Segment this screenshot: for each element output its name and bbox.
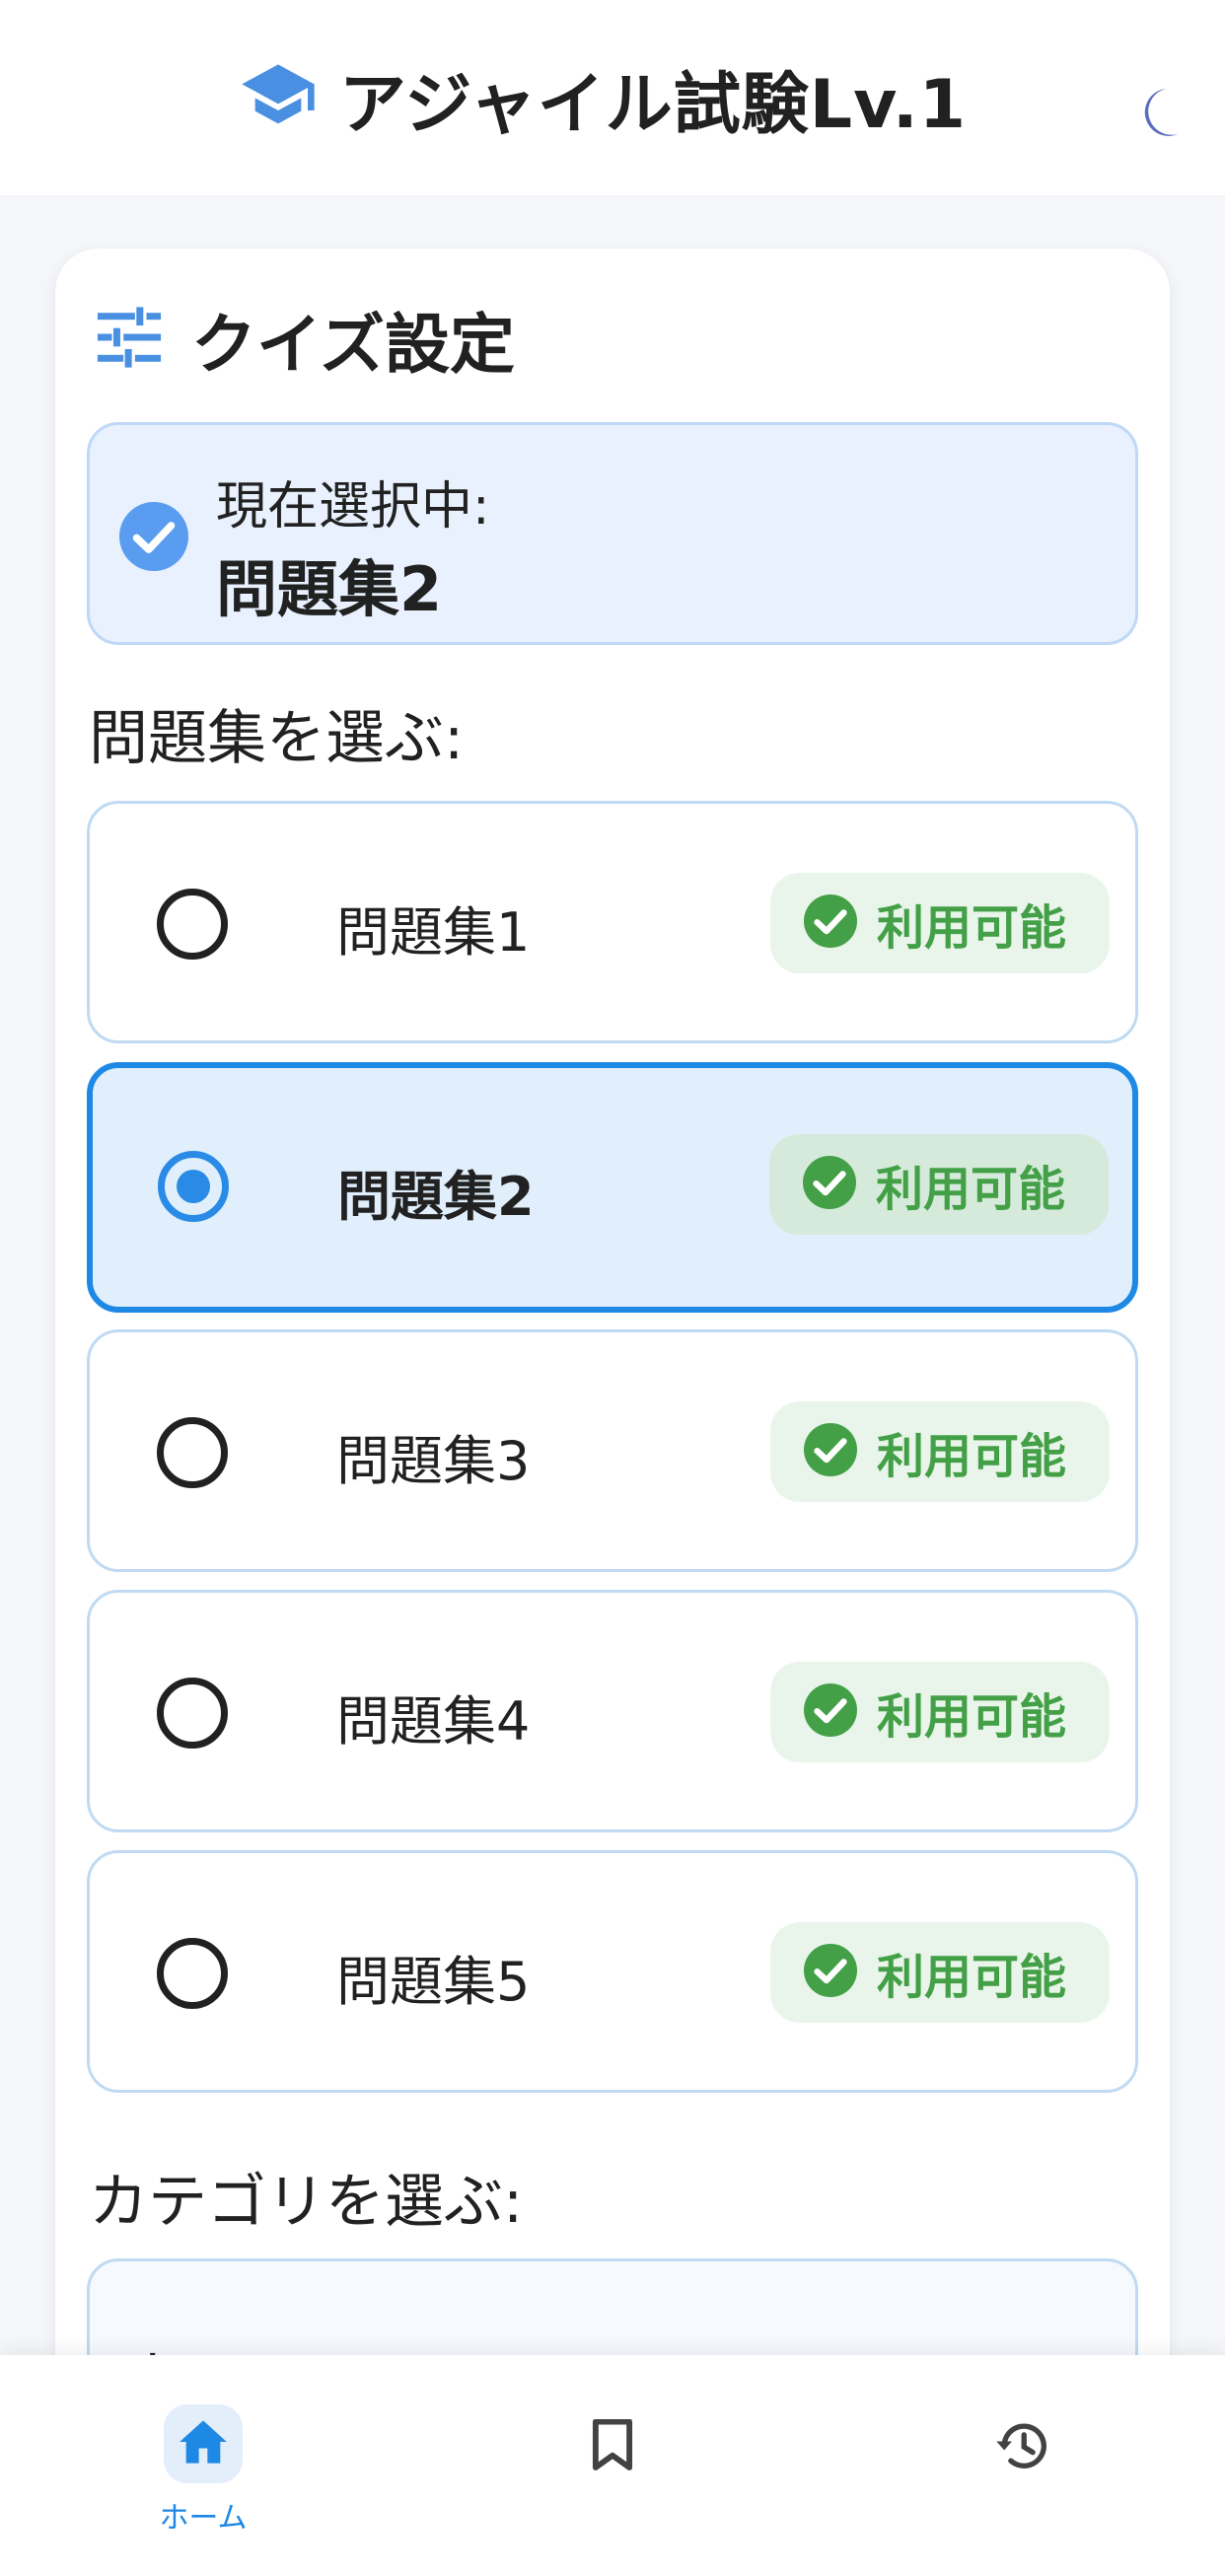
radio-button[interactable] <box>157 1678 228 1749</box>
card-header: クイズ設定 <box>95 292 515 387</box>
status-badge: 利用可能 <box>769 1134 1109 1235</box>
nav-bookmark[interactable] <box>465 2355 760 2576</box>
status-badge: 利用可能 <box>770 873 1110 973</box>
badge-text: 利用可能 <box>876 1162 1066 1217</box>
problem-set-option-4[interactable]: 問題集4 利用可能 <box>87 1590 1138 1832</box>
check-circle-icon <box>804 894 857 952</box>
radio-button[interactable] <box>157 1938 228 2009</box>
graduation-cap-icon <box>239 61 318 134</box>
theme-toggle-button[interactable] <box>1130 87 1186 142</box>
check-circle-icon <box>803 1156 856 1213</box>
home-icon <box>178 2418 229 2469</box>
option-label: 問題集5 <box>336 1951 531 2013</box>
problem-set-section-label: 問題集を選ぶ: <box>89 704 465 773</box>
status-badge: 利用可能 <box>770 1662 1110 1762</box>
badge-text: 利用可能 <box>877 900 1067 956</box>
nav-home[interactable]: ホーム <box>55 2355 351 2576</box>
app-bar: アジャイル試験Lv.1 <box>0 0 1225 195</box>
nav-home-indicator <box>164 2404 243 2483</box>
radio-button[interactable] <box>157 889 228 960</box>
badge-text: 利用可能 <box>877 1689 1067 1745</box>
nav-history[interactable] <box>874 2355 1170 2576</box>
status-badge: 利用可能 <box>770 1922 1110 2023</box>
nav-home-label: ホーム <box>159 2501 248 2536</box>
app-title-group: アジャイル試験Lv.1 <box>239 49 967 147</box>
quiz-settings-card: クイズ設定 現在選択中: 問題集2 問題集を選ぶ: 問題集1 利用可能 問題集2 <box>55 249 1170 2576</box>
card-title: クイズ設定 <box>191 307 516 383</box>
check-circle-icon <box>804 1944 857 2001</box>
radio-button-selected[interactable] <box>158 1151 229 1222</box>
problem-set-option-5[interactable]: 問題集5 利用可能 <box>87 1850 1138 2093</box>
problem-set-option-3[interactable]: 問題集3 利用可能 <box>87 1329 1138 1572</box>
option-label: 問題集1 <box>336 901 531 964</box>
tune-sliders-icon <box>95 307 164 372</box>
category-section-label: カテゴリを選ぶ: <box>89 2168 524 2237</box>
option-label: 問題集4 <box>336 1690 531 1753</box>
option-label: 問題集3 <box>336 1430 531 1492</box>
status-badge: 利用可能 <box>770 1401 1110 1502</box>
check-circle-icon <box>804 1683 857 1741</box>
option-label: 問題集2 <box>337 1166 535 1228</box>
moon-icon <box>1134 85 1182 144</box>
bookmark-icon <box>583 2416 642 2475</box>
radio-button[interactable] <box>157 1417 228 1488</box>
history-icon <box>992 2416 1051 2475</box>
check-circle-icon <box>119 502 188 575</box>
problem-set-option-2[interactable]: 問題集2 利用可能 <box>87 1062 1138 1313</box>
check-circle-icon <box>804 1423 857 1480</box>
badge-text: 利用可能 <box>877 1429 1067 1484</box>
current-selection-value: 問題集2 <box>216 553 443 625</box>
bottom-navigation: ホーム <box>0 2355 1225 2576</box>
app-title: アジャイル試験Lv.1 <box>338 65 968 144</box>
problem-set-option-1[interactable]: 問題集1 利用可能 <box>87 801 1138 1043</box>
badge-text: 利用可能 <box>877 1950 1067 2005</box>
current-selection-box: 現在選択中: 問題集2 <box>87 422 1138 645</box>
current-selection-label: 現在選択中: <box>216 477 490 537</box>
